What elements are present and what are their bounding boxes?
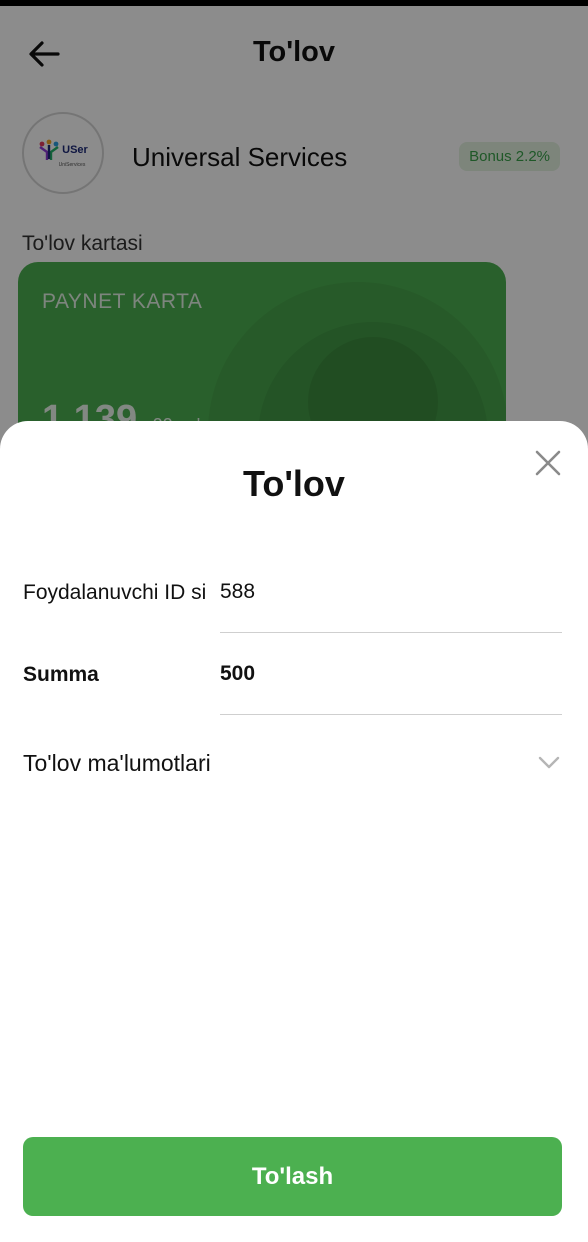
user-id-input[interactable]: [220, 577, 562, 633]
chevron-down-icon: [535, 749, 563, 777]
user-id-label: Foydalanuvchi ID si: [23, 581, 207, 604]
user-id-row: Foydalanuvchi ID si: [23, 577, 563, 633]
amount-label: Summa: [23, 663, 99, 686]
payment-details-toggle[interactable]: To'lov ma'lumotlari: [23, 743, 563, 783]
sheet-title: To'lov: [243, 463, 345, 504]
payment-details-label: To'lov ma'lumotlari: [23, 749, 211, 776]
pay-button[interactable]: To'lash: [23, 1137, 562, 1216]
payment-bottom-sheet: To'lov Foydalanuvchi ID si Summa To'lov …: [0, 421, 588, 1242]
amount-input[interactable]: [220, 659, 562, 715]
amount-row: Summa: [23, 659, 563, 715]
